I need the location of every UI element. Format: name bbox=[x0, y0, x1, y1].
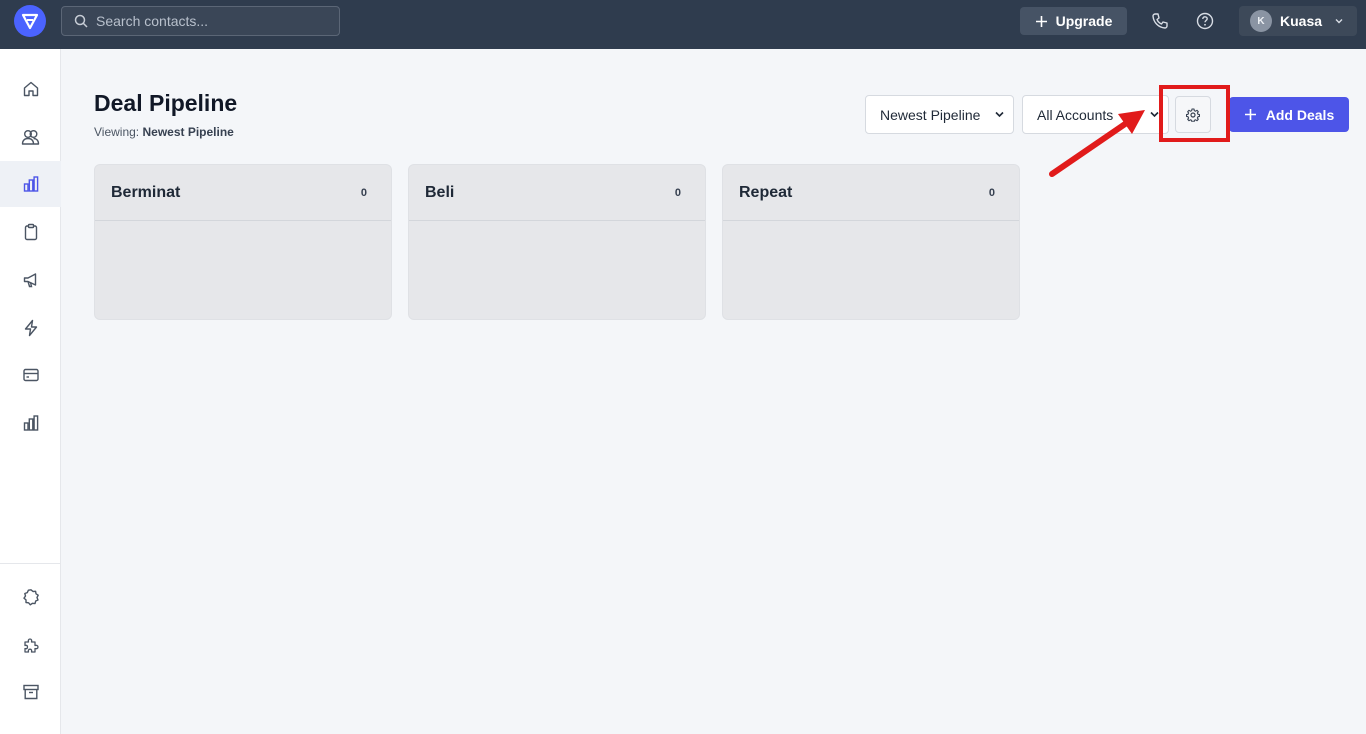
lightning-icon bbox=[24, 319, 37, 337]
sidebar-item-contacts[interactable] bbox=[0, 114, 61, 160]
sidebar-item-campaigns[interactable] bbox=[0, 257, 61, 303]
contacts-icon bbox=[21, 130, 40, 145]
top-bar: Upgrade K Kuasa bbox=[0, 0, 1366, 49]
sidebar bbox=[0, 49, 61, 734]
sidebar-item-tasks[interactable] bbox=[0, 209, 61, 255]
home-icon bbox=[23, 81, 38, 97]
pipeline-select-value: Newest Pipeline bbox=[880, 106, 981, 123]
sidebar-item-reports[interactable] bbox=[0, 400, 61, 446]
viewing-prefix: Viewing: bbox=[94, 125, 140, 139]
sidebar-item-automation[interactable] bbox=[0, 305, 61, 351]
column-count: 0 bbox=[988, 186, 995, 199]
pipeline-column-beli[interactable]: Beli 0 bbox=[408, 164, 706, 320]
phone-icon[interactable] bbox=[1149, 10, 1171, 32]
add-deals-button[interactable]: Add Deals bbox=[1229, 97, 1349, 132]
archive-icon bbox=[22, 684, 39, 700]
help-icon[interactable] bbox=[1194, 10, 1216, 32]
app-logo-icon[interactable] bbox=[14, 5, 46, 37]
sidebar-item-pipeline[interactable] bbox=[0, 161, 61, 207]
puzzle-icon bbox=[23, 638, 39, 653]
sidebar-divider bbox=[0, 563, 61, 564]
billing-icon bbox=[22, 368, 39, 382]
column-header: Berminat 0 bbox=[95, 165, 391, 221]
reports-icon bbox=[23, 415, 38, 431]
search-icon bbox=[74, 14, 88, 28]
settings-badge-icon bbox=[22, 589, 39, 606]
highlight-box bbox=[1159, 85, 1230, 142]
clipboard-icon bbox=[24, 223, 37, 241]
user-menu[interactable]: K Kuasa bbox=[1239, 6, 1357, 36]
upgrade-label: Upgrade bbox=[1055, 13, 1113, 29]
sidebar-item-settings[interactable] bbox=[0, 574, 61, 620]
search-input[interactable] bbox=[96, 13, 326, 29]
avatar: K bbox=[1250, 10, 1272, 32]
upgrade-button[interactable]: Upgrade bbox=[1020, 7, 1127, 35]
column-title: Berminat bbox=[111, 183, 181, 201]
chevron-down-icon bbox=[995, 111, 1004, 118]
sidebar-item-home[interactable] bbox=[0, 66, 61, 112]
add-deals-label: Add Deals bbox=[1265, 106, 1335, 123]
red-arrow-icon bbox=[1049, 110, 1145, 177]
pipeline-column-berminat[interactable]: Berminat 0 bbox=[94, 164, 392, 320]
viewing-subtitle: Viewing: Newest Pipeline bbox=[94, 125, 234, 139]
page-title: Deal Pipeline bbox=[94, 90, 238, 116]
sidebar-item-billing[interactable] bbox=[0, 352, 61, 398]
pipeline-icon bbox=[23, 176, 38, 192]
plus-icon bbox=[1035, 15, 1047, 27]
plus-icon bbox=[1244, 109, 1256, 120]
sidebar-item-archive[interactable] bbox=[0, 669, 61, 715]
pipeline-select[interactable]: Newest Pipeline bbox=[865, 95, 1014, 134]
pipeline-column-repeat[interactable]: Repeat 0 bbox=[722, 164, 1020, 320]
column-header: Beli 0 bbox=[409, 165, 705, 221]
sidebar-item-integrations[interactable] bbox=[0, 622, 61, 668]
column-header: Repeat 0 bbox=[723, 165, 1019, 221]
column-title: Beli bbox=[425, 183, 455, 201]
megaphone-icon bbox=[23, 273, 36, 288]
column-title: Repeat bbox=[739, 183, 793, 201]
chevron-down-icon bbox=[1335, 19, 1343, 24]
column-count: 0 bbox=[360, 186, 367, 199]
column-count: 0 bbox=[674, 186, 681, 199]
user-name: Kuasa bbox=[1280, 13, 1323, 29]
search-box[interactable] bbox=[61, 6, 340, 36]
viewing-value: Newest Pipeline bbox=[142, 125, 234, 139]
